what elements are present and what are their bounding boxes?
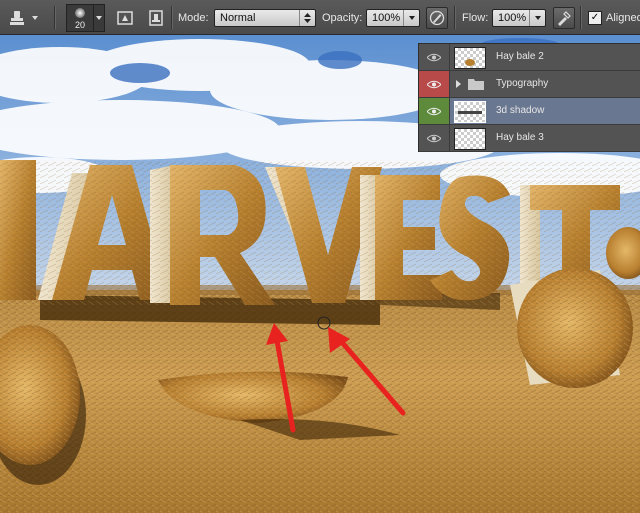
- folder-icon: [468, 79, 484, 90]
- separator: [54, 6, 55, 29]
- clone-stamp-icon: [6, 7, 28, 29]
- eye-icon: [427, 134, 441, 142]
- clone-source-icon: [114, 7, 136, 29]
- visibility-toggle[interactable]: [419, 125, 450, 151]
- pen-pressure-icon: [429, 10, 445, 25]
- aligned-label: Aligned: [606, 11, 640, 24]
- hay-bale-right: [510, 268, 633, 388]
- opacity-label: Opacity:: [322, 11, 363, 24]
- toggle-brush-panel-button[interactable]: [145, 0, 167, 35]
- brush-preset-picker[interactable]: 20: [66, 0, 105, 35]
- brush-size: 20: [74, 19, 85, 30]
- brush-preview: 20: [66, 3, 94, 32]
- layer-thumbnail: [454, 101, 486, 123]
- chevron-down-icon: [96, 15, 102, 20]
- chevron-down-icon: [403, 9, 419, 26]
- chevron-down-icon: [529, 9, 545, 26]
- flow-label: Flow:: [462, 11, 489, 24]
- aligned-checkbox[interactable]: ✓ Aligned: [588, 0, 640, 35]
- expand-triangle-icon[interactable]: [456, 80, 461, 88]
- shadow-thumbnail-icon: [458, 111, 482, 114]
- layer-name: Hay bale 2: [496, 51, 544, 62]
- visibility-toggle[interactable]: [419, 44, 450, 70]
- layers-panel: Hay bale 2 Typography 3d shadow Hay bale…: [418, 43, 640, 152]
- opacity-field[interactable]: 100%: [366, 8, 420, 27]
- layer-name: Typography: [496, 78, 549, 89]
- tool-options-bar: 20 Mode: Normal Opacity: 100% Flow: 100%…: [0, 0, 640, 35]
- visibility-toggle[interactable]: [419, 71, 450, 97]
- flow-value: 100%: [498, 11, 527, 24]
- visibility-toggle[interactable]: [419, 98, 450, 124]
- layer-group-typography[interactable]: Typography: [419, 71, 640, 98]
- separator: [454, 6, 455, 29]
- eye-icon: [427, 53, 441, 61]
- hay-thumbnail-icon: [465, 59, 475, 66]
- airbrush-button[interactable]: [553, 6, 575, 29]
- pressure-opacity-button[interactable]: [426, 6, 448, 29]
- mode-value: Normal: [220, 11, 256, 24]
- mode-dropdown[interactable]: Normal: [214, 8, 316, 27]
- separator: [171, 6, 172, 29]
- eye-icon: [427, 107, 441, 115]
- mode-label: Mode:: [178, 11, 209, 24]
- chevron-down-icon: [32, 15, 38, 20]
- flow-field[interactable]: 100%: [492, 8, 546, 27]
- clone-stamp-tool-preset[interactable]: [6, 0, 38, 35]
- layer-name: 3d shadow: [496, 105, 545, 116]
- checkmark-icon: ✓: [588, 10, 602, 25]
- layer-thumbnail: [454, 47, 486, 69]
- opacity-value: 100%: [372, 11, 401, 24]
- eye-icon: [427, 80, 441, 88]
- soft-brush-icon: [75, 7, 85, 18]
- separator: [580, 6, 581, 29]
- layer-thumbnail: [454, 128, 486, 150]
- layer-row-3d-shadow[interactable]: 3d shadow: [419, 98, 640, 125]
- layer-row-hay-bale-2[interactable]: Hay bale 2: [419, 44, 640, 71]
- updown-arrows-icon: [299, 9, 315, 26]
- layer-row-hay-bale-3[interactable]: Hay bale 3: [419, 125, 640, 152]
- brush-dropdown[interactable]: [94, 3, 105, 32]
- clone-source-panel-button[interactable]: [114, 0, 136, 35]
- brush-panel-icon: [145, 7, 167, 29]
- airbrush-icon: [558, 10, 571, 26]
- layer-name: Hay bale 3: [496, 132, 544, 143]
